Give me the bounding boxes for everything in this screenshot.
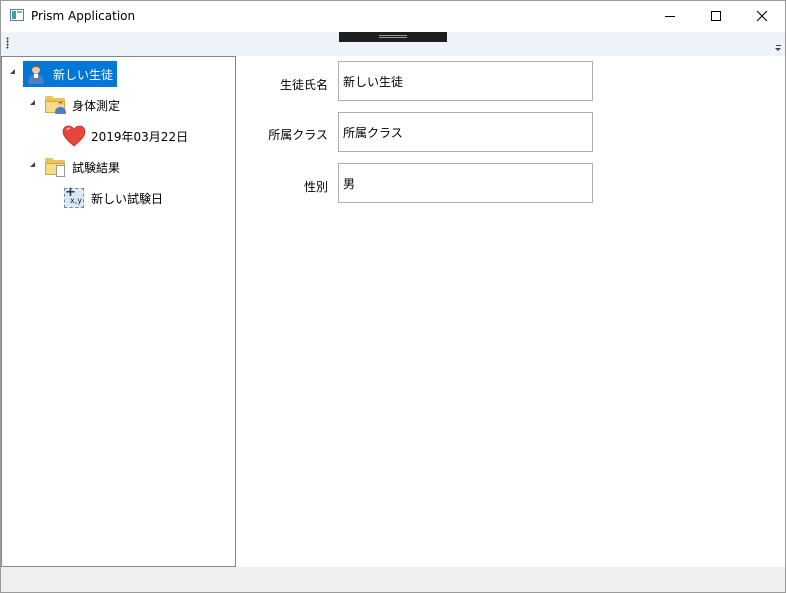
student-name-label: 生徒氏名 xyxy=(279,78,328,92)
minimize-icon xyxy=(665,16,675,17)
folder-document-icon xyxy=(44,156,66,178)
folder-person-icon xyxy=(44,94,66,116)
xy-chart-icon: + x,y xyxy=(63,186,85,209)
student-name-input[interactable] xyxy=(338,61,593,101)
student-icon xyxy=(25,63,47,85)
tree-view[interactable]: 新しい生徒 身体測定 2019年03月22日 試験結果 + x,y 新しい試験日 xyxy=(1,56,236,567)
app-window: Prism Application 新しい生徒 身体測定 2019年03月22日… xyxy=(0,0,786,593)
toolbar xyxy=(1,32,785,56)
tree-item-physical-measurement[interactable]: 身体測定 xyxy=(42,92,124,118)
drag-handle[interactable] xyxy=(339,32,447,42)
tree-expander-root[interactable] xyxy=(10,69,15,74)
title-bar[interactable]: Prism Application xyxy=(1,1,785,32)
toolbar-grip[interactable] xyxy=(6,37,9,49)
tree-item-new-exam-date[interactable]: + x,y 新しい試験日 xyxy=(61,185,167,211)
app-icon xyxy=(10,9,24,21)
tree-expander-measurement[interactable] xyxy=(30,100,35,105)
class-input[interactable] xyxy=(338,112,593,152)
gender-input[interactable] xyxy=(338,163,593,203)
tree-item-measurement-date[interactable]: 2019年03月22日 xyxy=(61,123,192,149)
tree-item-label: 新しい試験日 xyxy=(91,191,164,206)
window-title: Prism Application xyxy=(31,9,136,23)
tree-item-label: 2019年03月22日 xyxy=(91,129,189,144)
gender-label: 性別 xyxy=(303,180,328,194)
close-icon xyxy=(756,10,768,22)
close-button[interactable] xyxy=(739,1,785,32)
class-label: 所属クラス xyxy=(268,128,328,142)
minimize-button[interactable] xyxy=(647,1,693,32)
status-bar xyxy=(1,567,785,592)
maximize-icon xyxy=(711,11,721,21)
tree-item-exam-results[interactable]: 試験結果 xyxy=(42,154,124,180)
toolbar-overflow-button[interactable] xyxy=(775,45,783,53)
tree-item-student[interactable]: 新しい生徒 xyxy=(23,61,118,87)
tree-item-label: 身体測定 xyxy=(72,98,121,113)
tree-item-label: 新しい生徒 xyxy=(53,67,114,82)
tree-expander-exam[interactable] xyxy=(30,162,35,167)
maximize-button[interactable] xyxy=(693,1,739,32)
heart-icon xyxy=(62,125,86,147)
tree-item-label: 試験結果 xyxy=(72,160,121,175)
